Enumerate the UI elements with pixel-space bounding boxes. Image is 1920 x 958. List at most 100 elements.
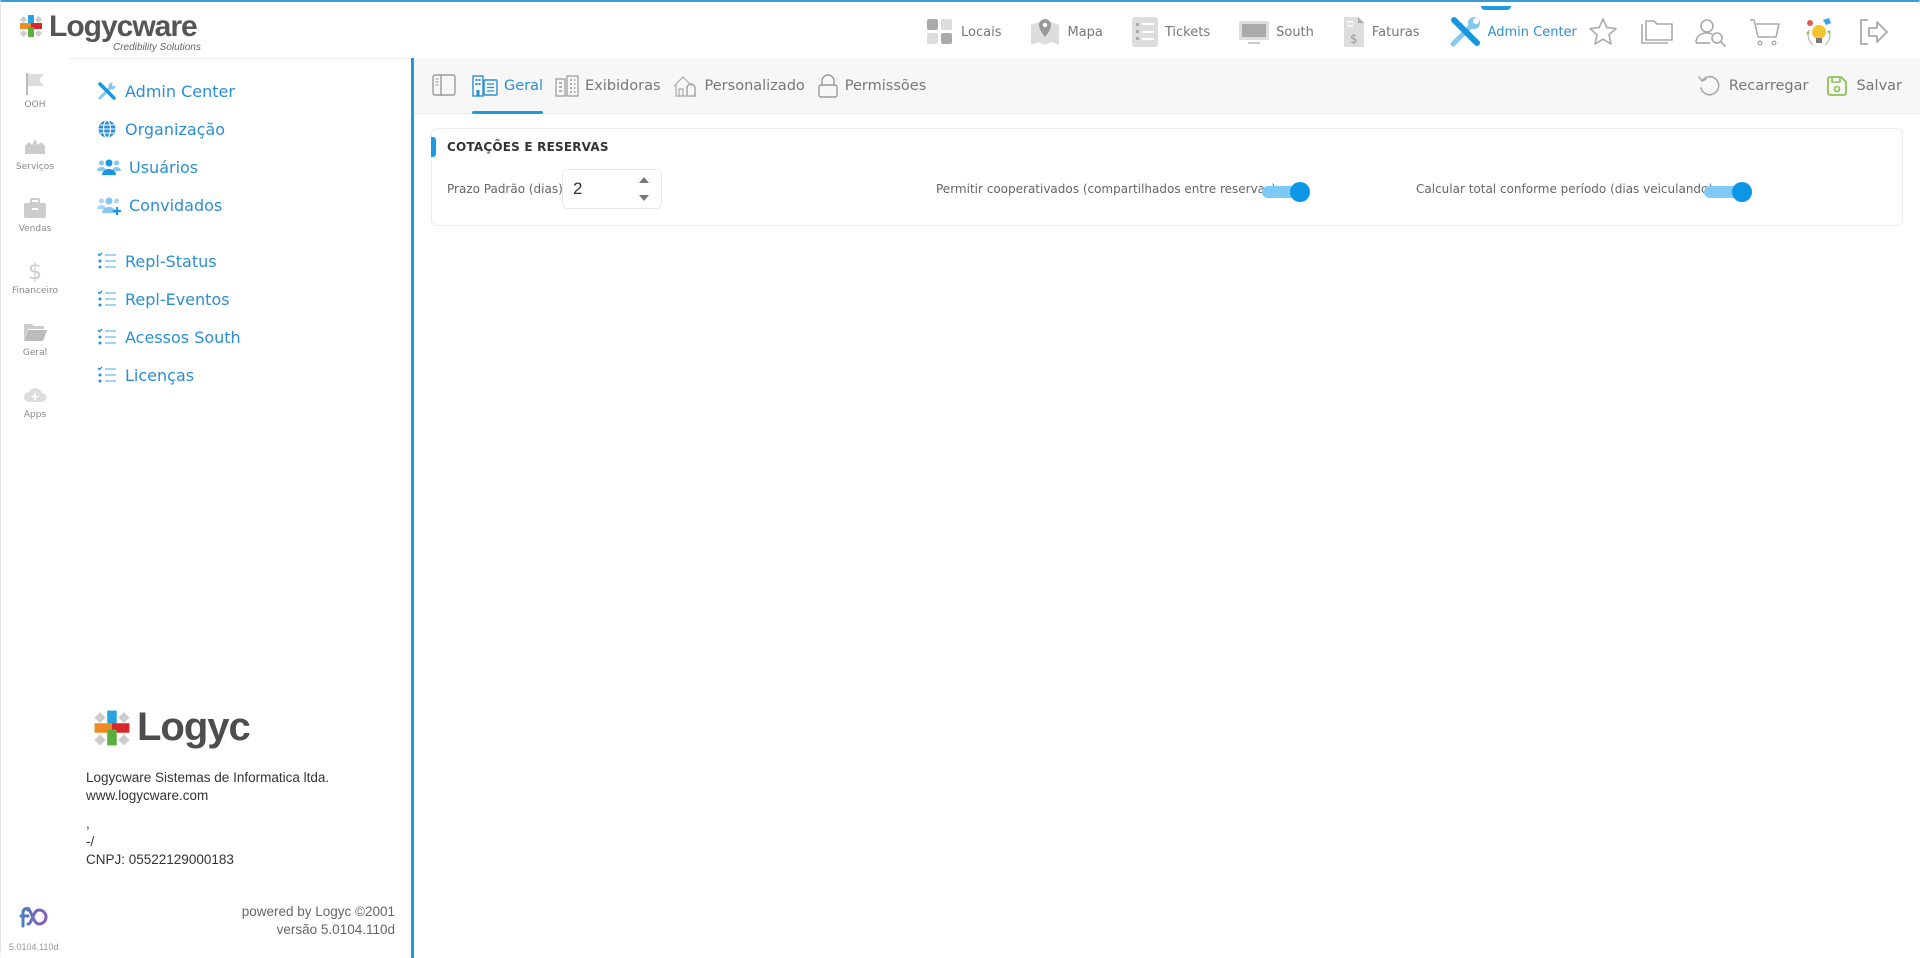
sidebar-item-admin-center[interactable]: Admin Center	[97, 81, 235, 101]
tab-bar: Geral Exibidoras Personalizado Permissõe…	[414, 58, 1920, 114]
calcular-periodo-label: Calcular total conforme período (dias ve…	[1416, 182, 1714, 196]
crown-icon	[25, 139, 45, 154]
rail-version: 5.0104.110d	[9, 942, 59, 952]
top-bar: Logycware Credibility Solutions Locais M…	[1, 4, 1920, 58]
brand-name: Logycware	[49, 10, 198, 43]
tab-geral[interactable]: Geral	[472, 72, 544, 114]
sidebar-item-label: Licenças	[125, 365, 195, 385]
reload-label: Recarregar	[1728, 78, 1809, 94]
tools-icon	[98, 82, 116, 100]
sidebar-item-licencas[interactable]: Licenças	[97, 365, 194, 385]
rail-item-vendas[interactable]: Vendas	[1, 196, 69, 234]
ideas-button[interactable]	[1801, 14, 1837, 50]
tab-label: Personalizado	[704, 78, 805, 94]
tab-exibidoras[interactable]: Exibidoras	[555, 72, 661, 100]
user-search-icon	[1695, 19, 1726, 47]
sidebar-item-acessos-south[interactable]: Acessos South	[97, 327, 241, 347]
reload-icon	[1698, 75, 1720, 96]
company-name: Logycware Sistemas de Informatica ltda.	[86, 770, 330, 785]
company-city-line: -/	[86, 834, 95, 849]
tab-label: Geral	[504, 78, 544, 94]
logyc-logo: Logyc	[93, 705, 251, 750]
users-icon	[97, 159, 121, 175]
nav-label: South	[1276, 24, 1314, 40]
cooperativados-label: Permitir cooperativados (compartilhados …	[936, 182, 1276, 196]
toggle-sidebar-button[interactable]	[432, 74, 456, 101]
map-pin-icon	[1031, 19, 1060, 45]
increment-button[interactable]	[639, 177, 649, 183]
houses-icon	[673, 76, 696, 97]
save-button[interactable]: Salvar	[1826, 75, 1902, 97]
sidebar-item-repl-status[interactable]: Repl-Status	[97, 251, 217, 271]
logycware-logo-icon	[19, 15, 43, 38]
rail-item-ooh[interactable]: OOH	[1, 72, 69, 110]
tab-label: Permissões	[844, 78, 927, 94]
sidebar-item-label: Acessos South	[125, 327, 241, 347]
company-cnpj: CNPJ: 05522129000183	[86, 852, 234, 867]
prazo-padrao-input[interactable]	[562, 169, 662, 209]
rail-label: Vendas	[18, 224, 52, 234]
invoice-icon: $	[1343, 17, 1364, 47]
save-icon	[1827, 76, 1848, 96]
dollar-icon: $	[28, 260, 42, 282]
sidebar-item-label: Repl-Status	[125, 251, 217, 271]
checklist-icon	[97, 290, 116, 307]
active-nav-indicator	[1481, 6, 1511, 10]
tab-permissoes[interactable]: Permissões	[817, 72, 926, 100]
rail-item-geral[interactable]: Geral	[1, 320, 69, 358]
checklist-icon	[97, 252, 116, 269]
sidebar-item-label: Convidados	[129, 195, 223, 215]
svg-text:$: $	[28, 260, 42, 282]
cloud-plus-icon	[24, 388, 47, 402]
star-icon	[1589, 18, 1617, 45]
logout-icon	[1860, 19, 1888, 45]
rail-item-servicos[interactable]: Serviços	[1, 134, 69, 172]
folders-button[interactable]	[1639, 14, 1675, 50]
folders-icon	[1641, 20, 1673, 44]
nav-item-tickets[interactable]: Tickets	[1131, 16, 1210, 48]
save-label: Salvar	[1856, 78, 1902, 94]
sidebar-item-organizacao[interactable]: Organização	[97, 119, 225, 139]
decrement-button[interactable]	[639, 195, 649, 201]
cooperativados-toggle[interactable]	[1262, 180, 1312, 204]
flag-icon	[26, 73, 44, 95]
module-rail: OOH Serviços Vendas $ Financeiro Geral A…	[1, 58, 69, 958]
rail-item-financeiro[interactable]: $ Financeiro	[1, 258, 69, 296]
nav-item-locais[interactable]: Locais	[925, 17, 1001, 47]
favorites-button[interactable]	[1585, 14, 1621, 50]
toggle-knob	[1290, 182, 1310, 202]
company-address-line: ,	[86, 816, 90, 831]
sidebar-item-repl-eventos[interactable]: Repl-Eventos	[97, 289, 230, 309]
admin-sidebar: Admin Center Organização Usuários Convid…	[69, 58, 411, 958]
prazo-padrao-value[interactable]	[573, 178, 633, 200]
nav-item-admin-center[interactable]: Admin Center	[1448, 15, 1577, 49]
nav-label: Locais	[961, 24, 1002, 40]
tools-icon	[1450, 17, 1480, 47]
nav-label: Faturas	[1371, 24, 1420, 40]
cotacoes-reservas-section: COTAÇÕES E RESERVAS Prazo Padrão (dias) …	[431, 128, 1903, 226]
svg-text:$: $	[1350, 32, 1358, 46]
folder-icon	[24, 324, 47, 341]
user-search-button[interactable]	[1693, 14, 1729, 50]
cart-button[interactable]	[1747, 14, 1783, 50]
company-website[interactable]: www.logycware.com	[86, 787, 329, 805]
logyc-logo-text: Logyc	[137, 705, 251, 749]
sidebar-item-usuarios[interactable]: Usuários	[97, 157, 198, 177]
grid-icon	[927, 19, 952, 44]
nav-item-mapa[interactable]: Mapa	[1029, 17, 1103, 47]
nav-item-south[interactable]: South	[1238, 17, 1314, 47]
idea-icon	[1806, 18, 1831, 46]
brand-logo[interactable]: Logycware Credibility Solutions	[19, 10, 209, 56]
nav-item-faturas[interactable]: $ Faturas	[1342, 15, 1420, 49]
rail-item-apps[interactable]: Apps	[1, 382, 69, 420]
calcular-periodo-toggle[interactable]	[1704, 180, 1754, 204]
buildings-icon	[555, 75, 579, 97]
reload-button[interactable]: Recarregar	[1697, 74, 1809, 98]
users-plus-icon	[97, 197, 121, 215]
sidebar-item-convidados[interactable]: Convidados	[97, 195, 222, 215]
prazo-padrao-label: Prazo Padrão (dias)	[447, 182, 563, 196]
logout-button[interactable]	[1855, 14, 1891, 50]
tab-personalizado[interactable]: Personalizado	[673, 72, 805, 100]
section-accent	[431, 137, 436, 157]
briefcase-icon	[24, 198, 46, 218]
